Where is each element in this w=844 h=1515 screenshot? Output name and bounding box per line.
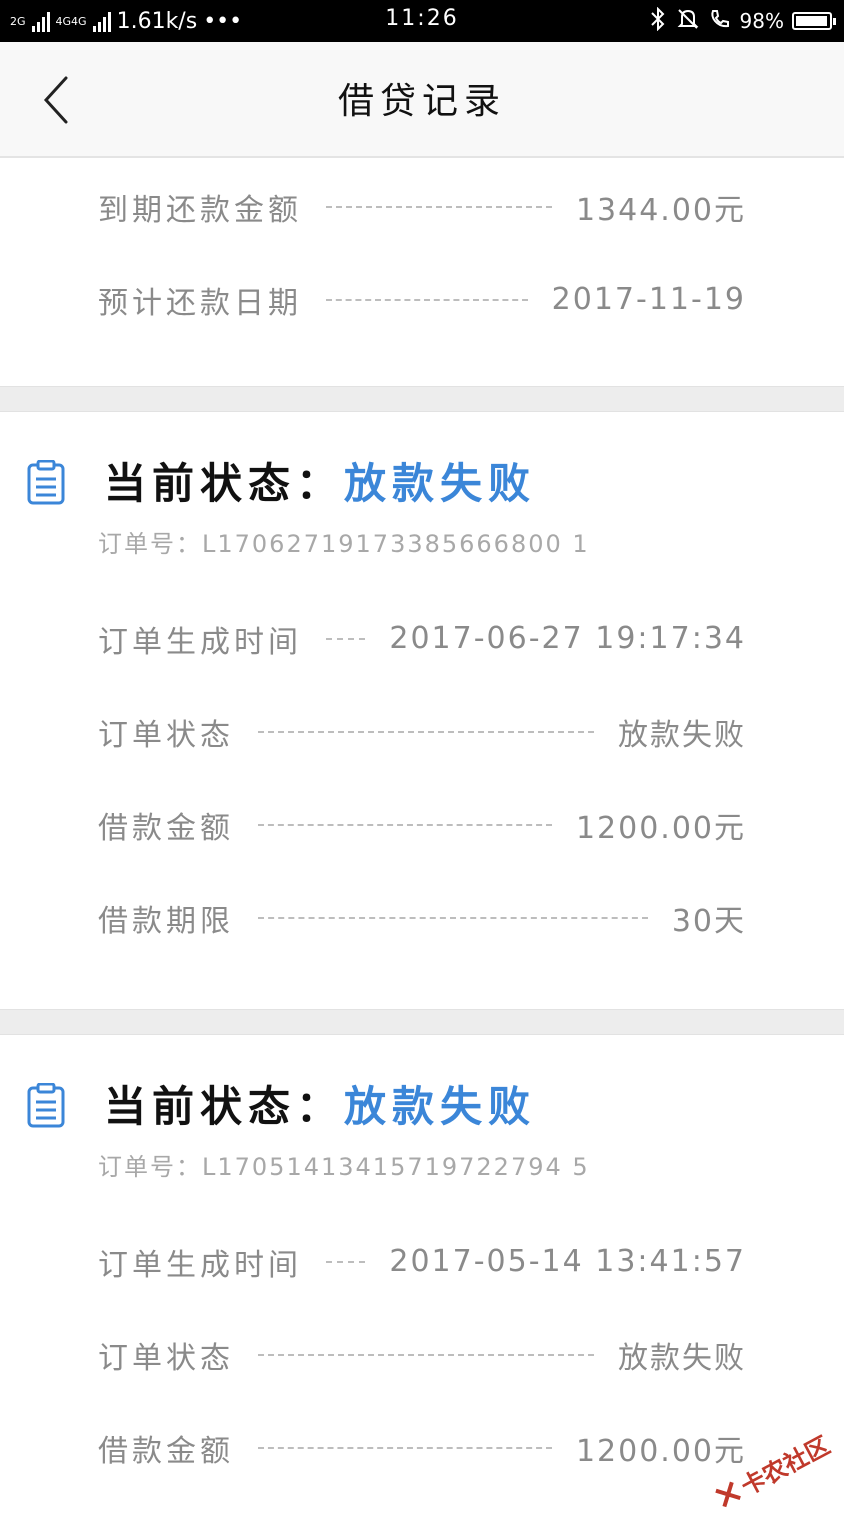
- row-value: 1200.00元: [575, 810, 746, 846]
- status-label: 当前状态：: [104, 1082, 345, 1131]
- row-value: 2017-11-19: [551, 282, 746, 317]
- row-label: 订单生成时间: [98, 624, 302, 660]
- record-list[interactable]: 到期还款金额 1344.00元 预计还款日期 2017-11-19 当前状态：放…: [0, 160, 844, 1494]
- record-header: 当前状态：放款失败 订单号：L17062719173385666800 1: [0, 412, 844, 558]
- row-label: 到期还款金额: [98, 192, 302, 228]
- status-bar: 2G 4G4G 1.61k/s ••• 11:26 98%: [0, 0, 844, 42]
- detail-row: 借款金额 1200.00元: [0, 778, 844, 871]
- row-label: 借款金额: [98, 810, 234, 846]
- order-number: 订单号：L17062719173385666800 1: [98, 530, 590, 558]
- row-value: 2017-06-27 19:17:34: [389, 621, 746, 656]
- status-value: 放款失败: [344, 1082, 537, 1131]
- row-label: 预计还款日期: [98, 285, 302, 321]
- clipboard-icon: [27, 1083, 65, 1128]
- bluetooth-icon: [648, 6, 668, 36]
- dotted-leader: [258, 916, 648, 919]
- record-status: 当前状态：放款失败: [104, 450, 536, 511]
- status-value: 放款失败: [344, 459, 537, 508]
- dotted-leader: [258, 730, 594, 733]
- dotted-leader: [258, 1353, 594, 1356]
- row-value: 2017-05-14 13:41:57: [389, 1244, 746, 1279]
- row-label: 借款期限: [98, 903, 234, 939]
- row-label: 订单状态: [98, 1340, 234, 1376]
- dotted-leader: [326, 298, 528, 301]
- section-divider: [0, 1009, 844, 1035]
- record-status: 当前状态：放款失败: [104, 1073, 536, 1134]
- dotted-leader: [326, 637, 366, 640]
- row-value: 放款失败: [618, 717, 746, 753]
- record-header: 当前状态：放款失败 订单号：L17051413415719722794 5: [0, 1035, 844, 1181]
- detail-row: 借款期限 30天: [0, 871, 844, 964]
- page-title: 借贷记录: [337, 81, 506, 122]
- dotted-leader: [258, 823, 552, 826]
- section-divider: [0, 386, 844, 412]
- battery-percent: 98%: [739, 9, 784, 33]
- detail-row: 订单生成时间 2017-05-14 13:41:57: [0, 1215, 844, 1308]
- nav-bar: 借贷记录: [0, 42, 844, 158]
- record-card[interactable]: 当前状态：放款失败 订单号：L17062719173385666800 1 订单…: [0, 412, 844, 1009]
- clipboard-icon: [27, 460, 65, 505]
- detail-row: 到期还款金额 1344.00元: [0, 160, 844, 253]
- detail-row: 订单状态 放款失败: [0, 1308, 844, 1401]
- partial-record-card: 到期还款金额 1344.00元 预计还款日期 2017-11-19: [0, 160, 844, 386]
- mute-bell-icon: [676, 7, 700, 36]
- dotted-leader: [326, 205, 552, 208]
- row-label: 订单生成时间: [98, 1247, 302, 1283]
- row-label: 订单状态: [98, 717, 234, 753]
- record-card[interactable]: 当前状态：放款失败 订单号：L17051413415719722794 5 订单…: [0, 1035, 844, 1494]
- call-icon: [708, 7, 732, 36]
- dotted-leader: [258, 1446, 552, 1449]
- detail-row: 订单状态 放款失败: [0, 685, 844, 778]
- row-value: 放款失败: [618, 1340, 746, 1376]
- row-value: 1200.00元: [575, 1433, 746, 1469]
- status-right: 98%: [648, 6, 836, 36]
- battery-icon: [792, 12, 836, 30]
- row-label: 借款金额: [98, 1433, 234, 1469]
- battery-level: [796, 16, 827, 26]
- detail-row: 预计还款日期 2017-11-19: [0, 253, 844, 346]
- row-value: 1344.00元: [575, 192, 746, 228]
- status-label: 当前状态：: [104, 459, 345, 508]
- order-number: 订单号：L17051413415719722794 5: [98, 1153, 590, 1181]
- detail-row: 订单生成时间 2017-06-27 19:17:34: [0, 592, 844, 685]
- dotted-leader: [326, 1260, 366, 1263]
- row-value: 30天: [671, 903, 746, 939]
